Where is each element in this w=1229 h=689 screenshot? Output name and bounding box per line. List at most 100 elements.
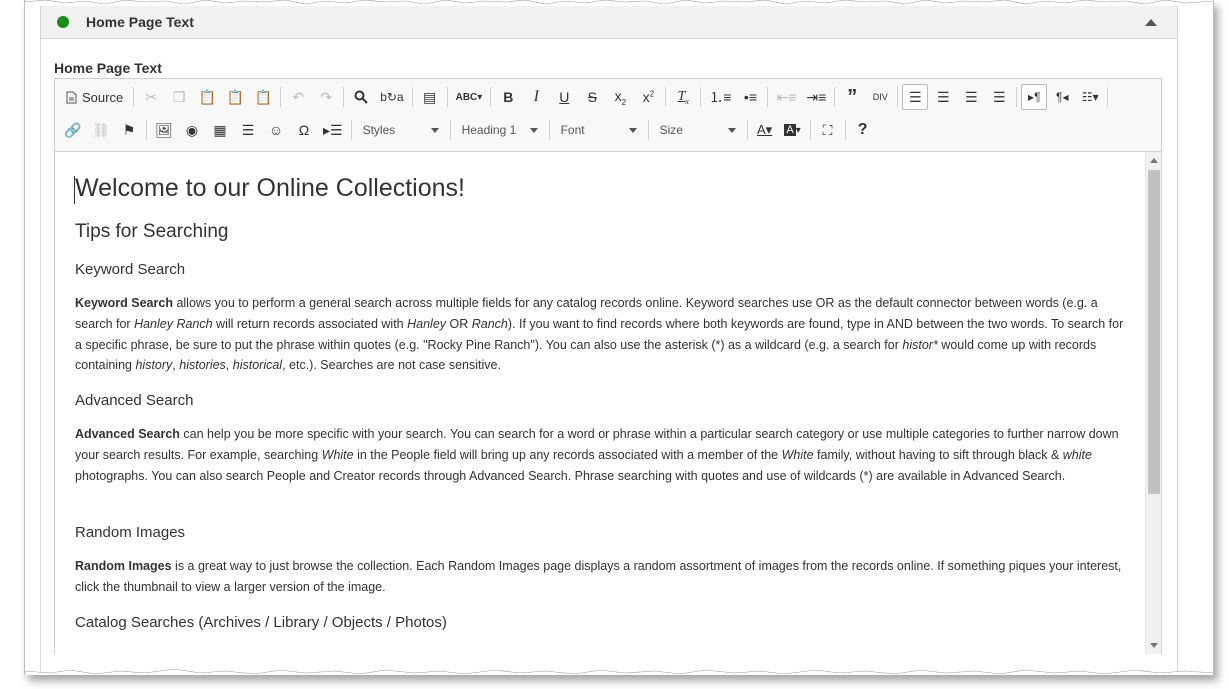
paragraph-advanced-search: Advanced Search can help you be more spe… xyxy=(75,424,1130,486)
bg-color-button[interactable]: A ▾ xyxy=(780,117,806,143)
collapse-icon[interactable] xyxy=(1145,19,1157,26)
toolbar-separator xyxy=(647,120,649,140)
ltr-button[interactable]: ▸¶ xyxy=(1021,84,1048,110)
size-dropdown[interactable]: Size xyxy=(654,118,742,142)
font-dropdown[interactable]: Font xyxy=(555,118,643,142)
text-color-button[interactable]: A▾ xyxy=(752,117,778,143)
special-char-button[interactable]: Ω xyxy=(291,117,317,143)
flag-icon: ⚑ xyxy=(122,121,136,138)
language-button[interactable]: ☷▾ xyxy=(1077,84,1103,110)
scroll-thumb[interactable] xyxy=(1148,170,1160,494)
toolbar-separator xyxy=(548,120,550,140)
unlink-button[interactable]: ⛓ xyxy=(88,117,114,143)
select-all-icon: ▤ xyxy=(422,88,437,105)
help-button[interactable]: ? xyxy=(850,117,876,143)
rtl-button[interactable]: ¶◂ xyxy=(1049,84,1075,110)
scroll-up-icon[interactable] xyxy=(1150,158,1158,163)
chevron-down-icon xyxy=(727,127,736,133)
bulleted-list-button[interactable]: •≡ xyxy=(737,84,763,110)
bold-button[interactable]: B xyxy=(495,84,521,110)
panel-header[interactable]: Home Page Text xyxy=(40,6,1178,39)
flash-button[interactable]: ◉ xyxy=(179,117,205,143)
styles-dropdown[interactable]: Styles xyxy=(357,118,445,142)
horizontal-rule-button[interactable]: ☰ xyxy=(235,117,261,143)
editor-content[interactable]: Welcome to our Online Collections! Tips … xyxy=(55,152,1146,654)
flash-icon: ◉ xyxy=(185,121,199,138)
indent-button[interactable]: ⇥≡ xyxy=(802,84,830,110)
toolbar-row-2: 🔗 ⛓ ⚑ 🖼 ◉ ▦ ☰ ☺ Ω ▸☰ Styles Heading 1 Fo… xyxy=(59,115,877,145)
numbered-list-icon: ⒈≡ xyxy=(709,89,732,105)
div-icon: DIV xyxy=(872,92,888,102)
language-icon: ☷▾ xyxy=(1081,90,1099,104)
select-all-button[interactable]: ▤ xyxy=(417,84,443,110)
align-center-button[interactable]: ☰ xyxy=(930,84,956,110)
source-button[interactable]: Source xyxy=(60,84,129,110)
anchor-button[interactable]: ⚑ xyxy=(116,117,142,143)
spellcheck-button[interactable]: ABC▾ xyxy=(452,84,487,110)
numbered-list-button[interactable]: ⒈≡ xyxy=(705,84,735,110)
chevron-down-icon: ▾ xyxy=(795,124,801,136)
spellcheck-icon: ABC▾ xyxy=(455,91,483,103)
page-break-button[interactable]: ▸☰ xyxy=(319,117,347,143)
panel-title: Home Page Text xyxy=(86,14,194,30)
source-label: Source xyxy=(82,89,124,105)
italic-button[interactable]: I xyxy=(523,84,549,110)
smiley-button[interactable]: ☺ xyxy=(263,117,289,143)
outdent-icon: ⇤≡ xyxy=(776,88,797,105)
table-button[interactable]: ▦ xyxy=(207,117,233,143)
paste-button[interactable]: 📋 xyxy=(194,84,220,110)
underline-button[interactable]: U xyxy=(551,84,577,110)
blockquote-button[interactable]: ” xyxy=(839,84,865,110)
align-right-button[interactable]: ☰ xyxy=(958,84,984,110)
search-icon xyxy=(354,90,368,104)
italic-text: history xyxy=(135,358,173,373)
link-button[interactable]: 🔗 xyxy=(60,117,86,143)
replace-button[interactable]: b↻a xyxy=(376,84,407,110)
toolbar-separator xyxy=(700,87,702,107)
italic-text: Ranch xyxy=(471,316,508,331)
remove-format-button[interactable]: Tx xyxy=(670,84,696,110)
redo-button[interactable]: ↷ xyxy=(313,84,339,110)
maximize-button[interactable]: ⛶ xyxy=(815,117,841,143)
indent-icon: ⇥≡ xyxy=(806,88,827,105)
bold-text: Random Images xyxy=(75,559,172,573)
italic-text: histories xyxy=(179,358,226,373)
editor-scrollbar[interactable] xyxy=(1145,152,1161,654)
font-label: Font xyxy=(560,123,585,137)
find-button[interactable] xyxy=(348,84,374,110)
scissors-icon: ✂ xyxy=(145,88,158,105)
toolbar-separator xyxy=(133,87,135,107)
scroll-down-icon[interactable] xyxy=(1150,643,1158,648)
italic-text: White xyxy=(321,447,354,462)
copy-button[interactable]: ❐ xyxy=(166,84,192,110)
align-left-button[interactable]: ☰ xyxy=(902,84,929,110)
paste-word-button[interactable]: 📋 xyxy=(250,84,276,110)
subscript-button[interactable]: x2 xyxy=(607,84,633,110)
image-button[interactable]: 🖼 xyxy=(151,117,177,143)
paste-text-button[interactable]: 📋 xyxy=(222,84,248,110)
italic-text: White xyxy=(781,447,814,462)
text-span: photographs. You can also search People … xyxy=(75,468,1066,483)
format-dropdown[interactable]: Heading 1 xyxy=(456,118,544,142)
ltr-icon: ▸¶ xyxy=(1028,90,1041,104)
bold-text: Advanced Search xyxy=(75,427,180,441)
toolbar-separator xyxy=(343,87,345,107)
toolbar-separator xyxy=(490,87,492,107)
italic-text: Hanley Ranch xyxy=(134,316,213,331)
create-div-button[interactable]: DIV xyxy=(867,84,893,110)
strikethrough-button[interactable]: S xyxy=(579,84,605,110)
copy-icon: ❐ xyxy=(172,88,186,105)
italic-text: Hanley xyxy=(407,316,447,331)
torn-edge-bottom xyxy=(25,668,1213,675)
toolbar-separator xyxy=(446,87,448,107)
justify-button[interactable]: ☰ xyxy=(986,84,1012,110)
undo-button[interactable]: ↶ xyxy=(285,84,311,110)
outdent-button[interactable]: ⇤≡ xyxy=(772,84,800,110)
toolbar-separator xyxy=(350,120,352,140)
cut-button[interactable]: ✂ xyxy=(138,84,164,110)
align-center-icon: ☰ xyxy=(937,88,950,105)
text-color-icon: A▾ xyxy=(756,122,773,137)
underline-icon: U xyxy=(559,89,570,105)
superscript-button[interactable]: x2 xyxy=(635,84,661,110)
chevron-down-icon xyxy=(628,127,637,133)
